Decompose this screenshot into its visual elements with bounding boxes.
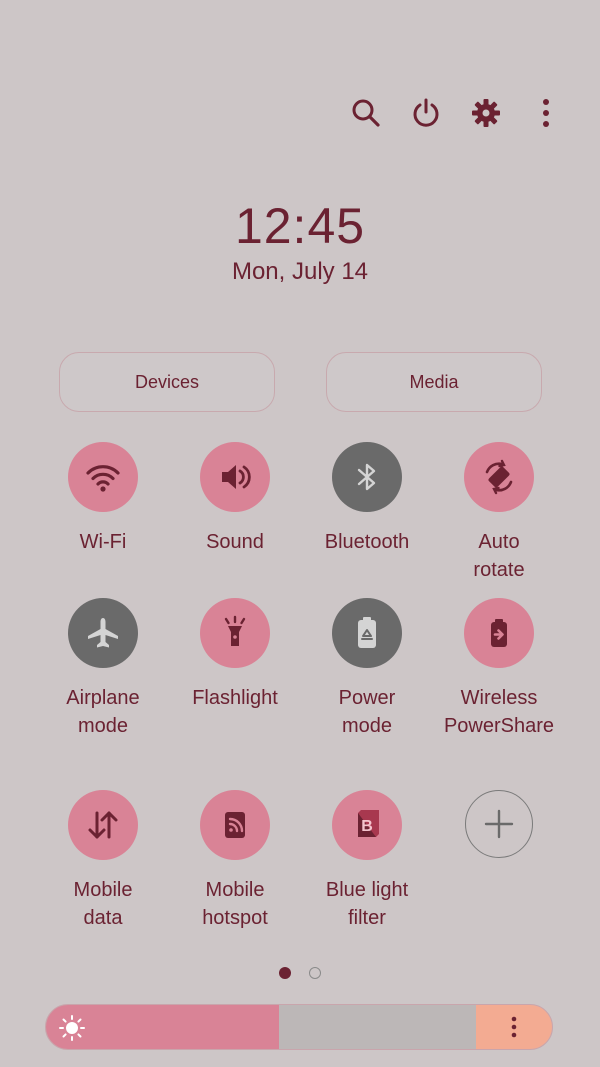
page-dot-1[interactable] — [279, 967, 291, 979]
settings-gear-icon — [472, 99, 500, 127]
clock-date: Mon, July 14 — [231, 258, 369, 285]
hotspot-icon — [225, 812, 245, 838]
flashlight-toggle[interactable] — [200, 598, 270, 668]
tile-mobile-hotspot[interactable]: Mobile hotspot — [169, 790, 301, 932]
add-icon — [484, 809, 514, 839]
airplane-icon — [88, 618, 118, 648]
flashlight-icon — [224, 615, 246, 646]
tile-auto-rotate[interactable]: Auto rotate — [433, 442, 565, 584]
tile-label: Sound — [206, 531, 264, 553]
tile-add[interactable] — [433, 790, 565, 858]
airplane-mode-toggle[interactable] — [68, 598, 138, 668]
brightness-options-button[interactable] — [476, 1005, 552, 1049]
clock-time: 12:45 — [234, 198, 366, 254]
mobile-data-toggle[interactable] — [68, 790, 138, 860]
top-actions — [346, 92, 566, 134]
tile-wifi[interactable]: Wi-Fi — [37, 442, 169, 556]
tile-power-mode[interactable]: Power mode — [301, 598, 433, 740]
tile-label: Auto rotate — [473, 531, 525, 581]
brightness-slider[interactable] — [45, 1004, 553, 1050]
sun-icon — [59, 1015, 85, 1041]
more-options-button[interactable] — [526, 92, 566, 134]
clock: 12:45 Mon, July 14 — [0, 196, 600, 286]
devices-button[interactable]: Devices — [59, 352, 275, 412]
more-options-icon — [543, 99, 549, 127]
power-mode-toggle[interactable] — [332, 598, 402, 668]
tile-label: Wi-Fi — [79, 531, 127, 553]
auto-rotate-toggle[interactable] — [464, 442, 534, 512]
page-indicator — [0, 967, 600, 979]
wireless-powershare-icon — [491, 619, 507, 647]
tile-label: Wireless PowerShare — [443, 687, 555, 737]
battery-recycle-icon — [358, 617, 376, 648]
search-icon — [352, 99, 380, 127]
search-button[interactable] — [346, 92, 386, 134]
more-options-icon — [511, 1016, 517, 1038]
tile-label: Flashlight — [192, 687, 278, 709]
tile-label: Blue light filter — [325, 879, 409, 929]
tile-sound[interactable]: Sound — [169, 442, 301, 556]
quick-settings-panel: 12:45 Mon, July 14 Devices Media Wi-Fi S… — [0, 0, 600, 1067]
page-dot-2[interactable] — [309, 967, 321, 979]
bluetooth-toggle[interactable] — [332, 442, 402, 512]
tile-label: Mobile hotspot — [202, 879, 268, 929]
tile-mobile-data[interactable]: Mobile data — [37, 790, 169, 932]
mobile-hotspot-toggle[interactable] — [200, 790, 270, 860]
tile-airplane-mode[interactable]: Airplane mode — [37, 598, 169, 740]
speaker-icon — [222, 465, 251, 489]
blue-light-filter-toggle[interactable]: B — [332, 790, 402, 860]
wireless-powershare-toggle[interactable] — [464, 598, 534, 668]
power-button[interactable] — [406, 92, 446, 134]
blue-light-filter-icon: B — [358, 810, 379, 837]
media-button[interactable]: Media — [326, 352, 542, 412]
tile-flashlight[interactable]: Flashlight — [169, 598, 301, 712]
tile-label: Power mode — [338, 687, 396, 737]
add-tile-button[interactable] — [465, 790, 533, 858]
mobile-data-arrows-icon — [88, 811, 118, 839]
auto-rotate-icon — [485, 459, 513, 495]
wifi-icon — [86, 465, 120, 492]
tile-label: Bluetooth — [324, 531, 410, 553]
tile-label: Mobile data — [73, 879, 133, 929]
sound-toggle[interactable] — [200, 442, 270, 512]
wifi-toggle[interactable] — [68, 442, 138, 512]
power-icon — [413, 98, 439, 127]
bluetooth-icon — [357, 463, 376, 491]
tile-bluetooth[interactable]: Bluetooth — [301, 442, 433, 556]
tile-wireless-powershare[interactable]: Wireless PowerShare — [433, 598, 565, 740]
svg-text:B: B — [361, 818, 373, 835]
settings-button[interactable] — [466, 92, 506, 134]
tile-label: Airplane mode — [66, 687, 140, 737]
tile-blue-light-filter[interactable]: B Blue light filter — [301, 790, 433, 932]
